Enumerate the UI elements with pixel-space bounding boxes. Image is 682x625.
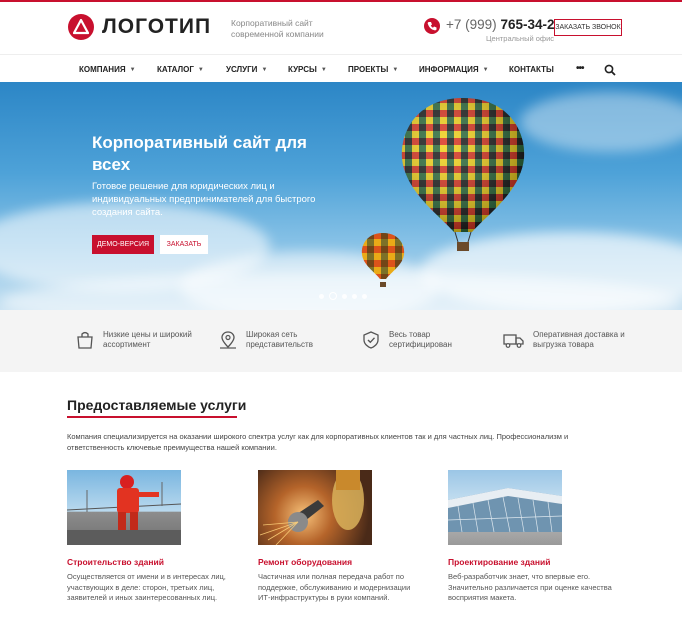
service-text: Частичная или полная передача работ по п… [258, 572, 411, 602]
shield-check-icon [363, 331, 379, 349]
service-text: Веб-разработчик знает, что впервые его. … [448, 572, 612, 602]
service-name[interactable]: Строительство зданий [67, 557, 182, 567]
nav-item-information[interactable]: ИНФОРМАЦИЯ ▼ [419, 65, 489, 74]
chevron-down-icon: ▼ [482, 67, 489, 73]
repair-image[interactable] [258, 470, 372, 545]
logo[interactable]: ЛОГОТИП [68, 14, 211, 40]
feature-item: Весь товар сертифицирован [361, 330, 484, 350]
service-card[interactable]: Строительство зданий Осуществляется от и… [67, 470, 226, 604]
tagline: Корпоративный сайт современной компании [231, 18, 324, 39]
chevron-down-icon: ▼ [320, 67, 327, 73]
service-card[interactable]: Проектирование зданий Веб-разработчик зн… [448, 470, 612, 604]
slider-dot[interactable] [329, 292, 337, 300]
header: ЛОГОТИП Корпоративный сайт современной к… [0, 2, 682, 54]
demo-button[interactable]: ДЕМО-ВЕРСИЯ [92, 235, 154, 254]
service-name[interactable]: Ремонт оборудования [258, 557, 373, 567]
nav-item-projects[interactable]: ПРОЕКТЫ ▼ [348, 65, 398, 74]
nav-item-company[interactable]: КОМПАНИЯ ▼ [79, 65, 136, 74]
title-underline [67, 416, 237, 418]
nav-item-courses[interactable]: КУРСЫ ▼ [288, 65, 327, 74]
main-nav: КОМПАНИЯ ▼ КАТАЛОГ ▼ УСЛУГИ ▼ КУРСЫ ▼ ПРОЕКТ… [0, 54, 682, 84]
feature-item: Низкие цены и широкий ассортимент [75, 330, 198, 350]
nav-item-catalog[interactable]: КАТАЛОГ ▼ [157, 65, 204, 74]
feature-text: Широкая сеть представительств [246, 330, 313, 349]
search-icon[interactable] [604, 64, 616, 76]
chevron-down-icon: ▼ [129, 67, 136, 73]
hot-air-balloon-image [401, 98, 525, 251]
chevron-down-icon: ▼ [392, 67, 399, 73]
slider-dot[interactable] [319, 293, 324, 299]
phone-number[interactable]: +7 (999) 765-34-21 [446, 17, 562, 32]
service-text: Осуществляется от имени и в интересах ли… [67, 572, 226, 602]
map-pin-icon [220, 331, 236, 349]
office-label: Центральный офис [486, 34, 555, 43]
feature-text: Оперативная доставка и выгрузка товара [533, 330, 625, 349]
nav-item-contacts[interactable]: КОНТАКТЫ [509, 65, 554, 74]
feature-item: Оперативная доставка и выгрузка товара [503, 330, 628, 350]
services-title: Предоставляемые услуги [67, 397, 247, 413]
truck-icon [503, 334, 524, 348]
logo-text: ЛОГОТИП [102, 15, 212, 38]
small-balloon-image [361, 233, 405, 287]
services-description: Компания специализируется на оказании ши… [67, 432, 569, 452]
phone-icon [424, 18, 440, 34]
service-name[interactable]: Проектирование зданий [448, 557, 563, 567]
architecture-image[interactable] [448, 470, 562, 545]
order-button[interactable]: ЗАКАЗАТЬ [160, 235, 208, 254]
slider-dot[interactable] [362, 293, 367, 299]
slider-dots [319, 292, 367, 300]
service-card[interactable]: Ремонт оборудования Частичная или полная… [258, 470, 410, 604]
hero-title: Корпоративный сайт для всех [92, 133, 307, 174]
chevron-down-icon: ▼ [197, 67, 204, 73]
chevron-down-icon: ▼ [261, 67, 268, 73]
feature-item: Широкая сеть представительств [218, 330, 341, 350]
bag-icon [77, 331, 93, 349]
hero-slider: Корпоративный сайт для всех Готовое реше… [0, 82, 682, 310]
construction-image[interactable] [67, 470, 181, 545]
feature-text: Весь товар сертифицирован [389, 330, 452, 349]
logo-icon [68, 14, 94, 40]
feature-text: Низкие цены и широкий ассортимент [103, 330, 192, 349]
features-bar: Низкие цены и широкий ассортимент Широка… [0, 310, 682, 372]
callback-button[interactable]: ЗАКАЗАТЬ ЗВОНОК [554, 19, 622, 36]
more-menu-button[interactable]: ••• [576, 63, 584, 74]
hero-subtitle: Готовое решение для юридических лиц и ин… [92, 181, 316, 218]
slider-dot[interactable] [342, 293, 347, 299]
slider-dot[interactable] [352, 293, 357, 299]
nav-item-services[interactable]: УСЛУГИ ▼ [226, 65, 267, 74]
